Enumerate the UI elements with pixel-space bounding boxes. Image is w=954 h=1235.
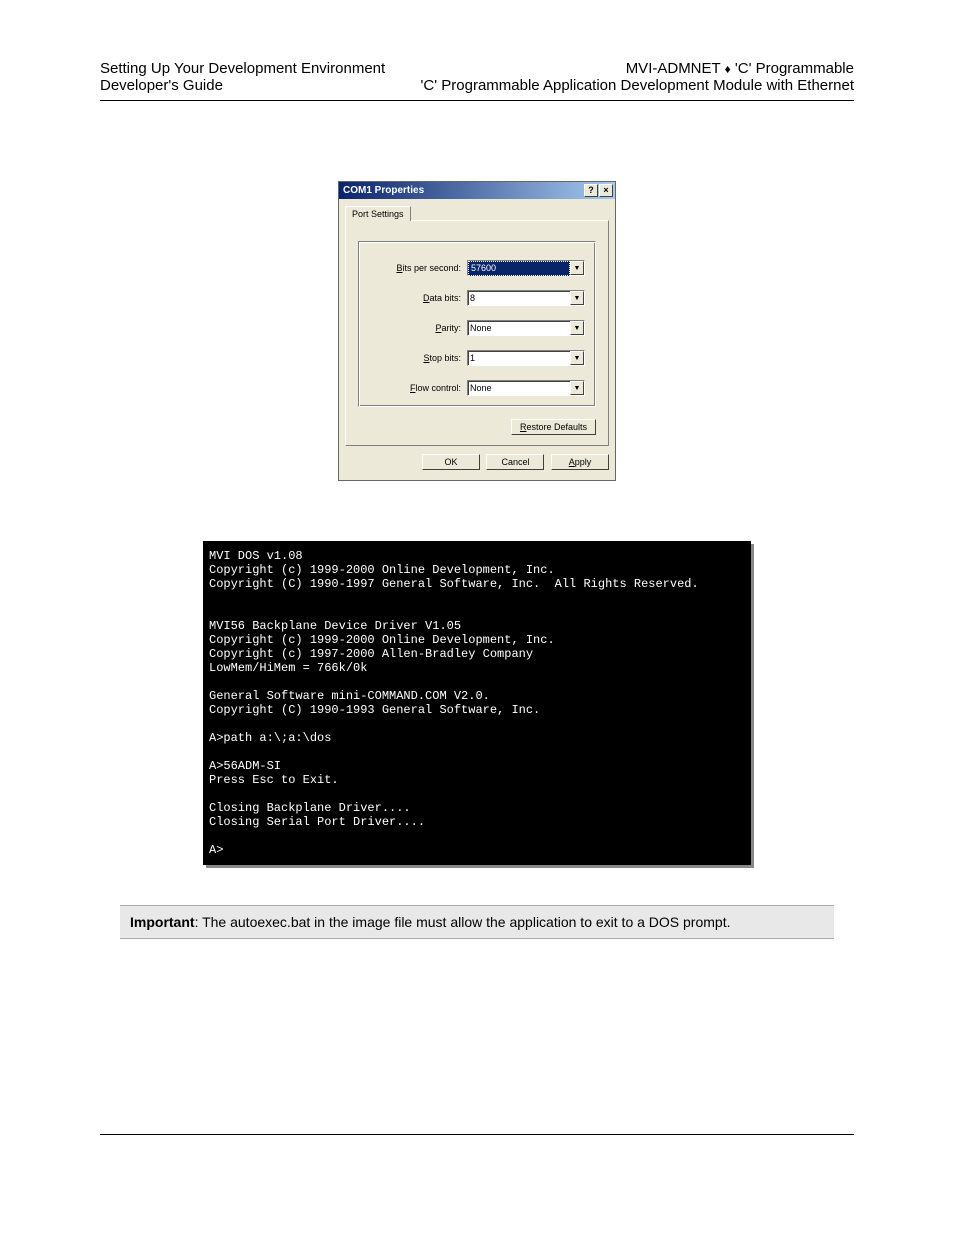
bits-per-second-combo[interactable]: 57600 ▼ (467, 260, 585, 276)
header-left-line2: Developer's Guide (100, 77, 385, 94)
help-button[interactable]: ? (584, 184, 598, 197)
parity-label: Parity: (435, 323, 467, 333)
important-text: : The autoexec.bat in the image file mus… (195, 914, 731, 930)
apply-button[interactable]: Apply (551, 454, 609, 470)
flow-control-value: None (468, 382, 570, 395)
chevron-down-icon[interactable]: ▼ (570, 291, 584, 305)
header-left-line1: Setting Up Your Development Environment (100, 60, 385, 77)
ok-button[interactable]: OK (422, 454, 480, 470)
cancel-button[interactable]: Cancel (486, 454, 544, 470)
bits-per-second-label: Bits per second: (396, 263, 467, 273)
chevron-down-icon[interactable]: ▼ (570, 381, 584, 395)
com1-properties-dialog: COM1 Properties ? × Port Settings Bits p… (338, 181, 616, 481)
bits-per-second-value: 57600 (468, 261, 570, 276)
important-note: Important: The autoexec.bat in the image… (120, 905, 834, 939)
page-header: Setting Up Your Development Environment … (100, 60, 854, 101)
stop-bits-combo[interactable]: 1 ▼ (467, 350, 585, 366)
flow-control-label: Flow control: (410, 383, 467, 393)
parity-combo[interactable]: None ▼ (467, 320, 585, 336)
settings-group: Bits per second: 57600 ▼ Data bits: 8 ▼ (358, 241, 596, 407)
dialog-titlebar[interactable]: COM1 Properties ? × (339, 182, 615, 199)
header-right-line2: 'C' Programmable Application Development… (421, 77, 854, 94)
parity-value: None (468, 322, 570, 335)
header-right-line1: MVI-ADMNET ♦ 'C' Programmable (421, 60, 854, 77)
restore-defaults-button[interactable]: Restore Defaults (511, 419, 596, 435)
data-bits-value: 8 (468, 292, 570, 305)
footer-rule (100, 1134, 854, 1135)
flow-control-combo[interactable]: None ▼ (467, 380, 585, 396)
dos-terminal: MVI DOS v1.08 Copyright (c) 1999-2000 On… (203, 541, 751, 865)
tab-panel: Bits per second: 57600 ▼ Data bits: 8 ▼ (345, 220, 609, 446)
chevron-down-icon[interactable]: ▼ (570, 261, 584, 275)
data-bits-combo[interactable]: 8 ▼ (467, 290, 585, 306)
data-bits-label: Data bits: (423, 293, 467, 303)
chevron-down-icon[interactable]: ▼ (570, 351, 584, 365)
tab-port-settings[interactable]: Port Settings (345, 206, 411, 221)
chevron-down-icon[interactable]: ▼ (570, 321, 584, 335)
stop-bits-value: 1 (468, 352, 570, 365)
header-left: Setting Up Your Development Environment … (100, 60, 385, 94)
close-button[interactable]: × (599, 184, 613, 197)
dialog-title: COM1 Properties (343, 185, 424, 196)
header-right-line1b: 'C' Programmable (731, 60, 854, 77)
header-right-line1a: MVI-ADMNET (626, 60, 725, 77)
stop-bits-label: Stop bits: (423, 353, 467, 363)
important-label: Important (130, 914, 195, 930)
header-right: MVI-ADMNET ♦ 'C' Programmable 'C' Progra… (421, 60, 854, 94)
